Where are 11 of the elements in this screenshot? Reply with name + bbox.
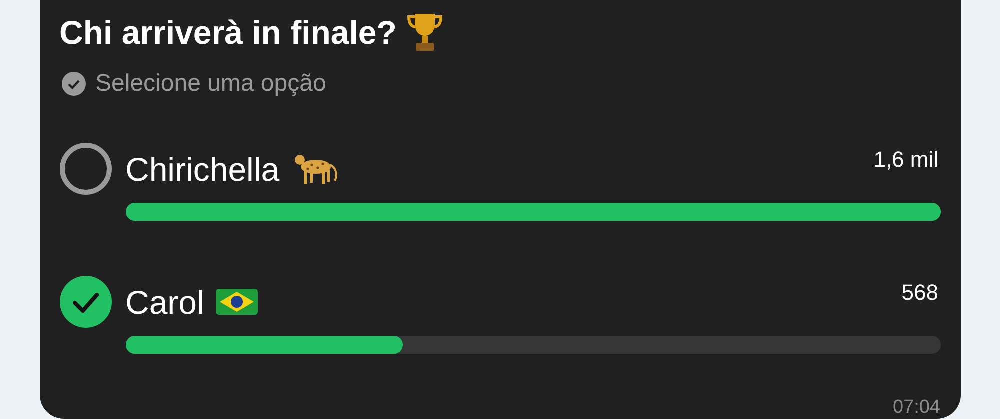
vote-count: 1,6 mil [874, 149, 938, 171]
option-label: Chirichella [126, 152, 280, 186]
option-label: Carol [126, 286, 204, 318]
vote-count: 568 [902, 282, 938, 304]
checked-radio-icon[interactable] [60, 276, 112, 328]
check-circle-icon [62, 72, 86, 96]
poll-hint: Selecione uma opção [96, 72, 326, 96]
message-time: 07:04 [892, 398, 940, 417]
poll-question: Chi arriverà in finale? [60, 16, 397, 48]
radio-icon[interactable] [60, 143, 112, 195]
flag-icon [216, 287, 258, 317]
